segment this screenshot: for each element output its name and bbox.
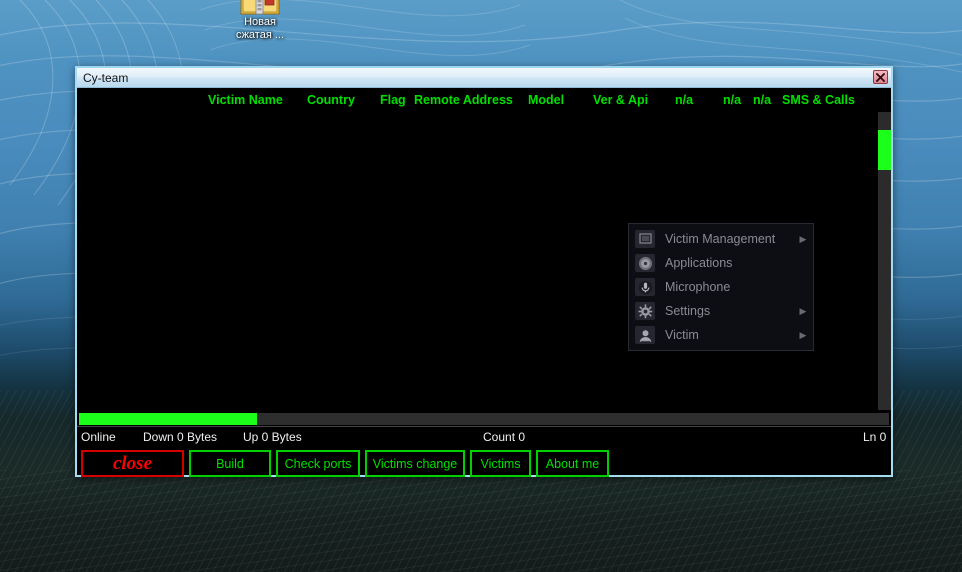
menu-item-settings[interactable]: Settings▶ (629, 299, 813, 323)
status-item: Down 0 Bytes (143, 430, 217, 444)
build-button[interactable]: Build (189, 450, 271, 477)
menu-item-label: Victim (665, 328, 797, 342)
status-item: Count 0 (483, 430, 525, 444)
menu-item-microphone[interactable]: Microphone (629, 275, 813, 299)
grid-vertical-scrollbar[interactable] (877, 112, 891, 410)
window-title: Cy-team (83, 71, 128, 85)
grid-column-header[interactable]: Remote Address (414, 93, 513, 107)
status-bar: Online Down 0 Bytes Up 0 Bytes Count 0 Ln 0 (77, 426, 891, 446)
grid-column-header[interactable]: n/a (675, 93, 693, 107)
gear-icon (635, 302, 655, 320)
microphone-icon (635, 278, 655, 296)
grid-column-header[interactable]: Flag (380, 93, 406, 107)
wallpaper-stripes-bottom (0, 470, 962, 572)
about-me-button[interactable]: About me (536, 450, 609, 477)
desktop: Новая сжатая ... Cy-team Victim Name Coun… (0, 0, 962, 572)
menu-item-label: Microphone (665, 280, 797, 294)
grid-column-header[interactable]: Victim Name (208, 93, 283, 107)
grid-column-header[interactable]: SMS & Calls (782, 93, 855, 107)
progress-bar-fill (79, 413, 257, 425)
status-item: Ln 0 (863, 430, 886, 444)
button-bar: closeBuildCheck portsVictims changeVicti… (77, 446, 891, 475)
menu-item-label: Settings (665, 304, 797, 318)
grid-column-header[interactable]: n/a (753, 93, 771, 107)
app-window: Cy-team Victim Name Country Flag Remote Add… (75, 66, 893, 477)
scrollbar-thumb[interactable] (878, 130, 891, 170)
screen-icon (635, 230, 655, 248)
menu-item-applications[interactable]: Applications (629, 251, 813, 275)
grid-column-header[interactable]: Ver & Api (593, 93, 648, 107)
grid-column-header[interactable]: Country (307, 93, 355, 107)
zip-folder-icon (216, 0, 304, 16)
window-titlebar[interactable]: Cy-team (77, 68, 891, 88)
close-button[interactable]: close (81, 450, 184, 477)
grid-column-header[interactable]: Model (528, 93, 564, 107)
victims-button[interactable]: Victims (470, 450, 531, 477)
desktop-icon-label-line1: Новая (216, 16, 304, 29)
desktop-icon-label-line2: сжатая ... (216, 29, 304, 42)
disc-icon (635, 254, 655, 272)
close-window-icon[interactable] (873, 70, 888, 84)
person-icon (635, 326, 655, 344)
status-item: Up 0 Bytes (243, 430, 302, 444)
menu-item-label: Victim Management (665, 232, 797, 246)
status-item: Online (81, 430, 116, 444)
victims-change-button[interactable]: Victims change (365, 450, 465, 477)
submenu-arrow-icon: ▶ (797, 306, 809, 317)
menu-item-victim[interactable]: Victim▶ (629, 323, 813, 347)
context-menu[interactable]: Victim Management▶ApplicationsMicrophone… (628, 223, 814, 351)
progress-bar (79, 412, 889, 425)
grid-column-headers: Victim Name Country Flag Remote Address Mode… (77, 88, 891, 112)
menu-item-victim-management[interactable]: Victim Management▶ (629, 227, 813, 251)
menu-item-label: Applications (665, 256, 797, 270)
grid-column-header[interactable]: n/a (723, 93, 741, 107)
submenu-arrow-icon: ▶ (797, 234, 809, 245)
desktop-icon-archive[interactable]: Новая сжатая ... (216, 0, 304, 42)
check-ports-button[interactable]: Check ports (276, 450, 360, 477)
submenu-arrow-icon: ▶ (797, 330, 809, 341)
